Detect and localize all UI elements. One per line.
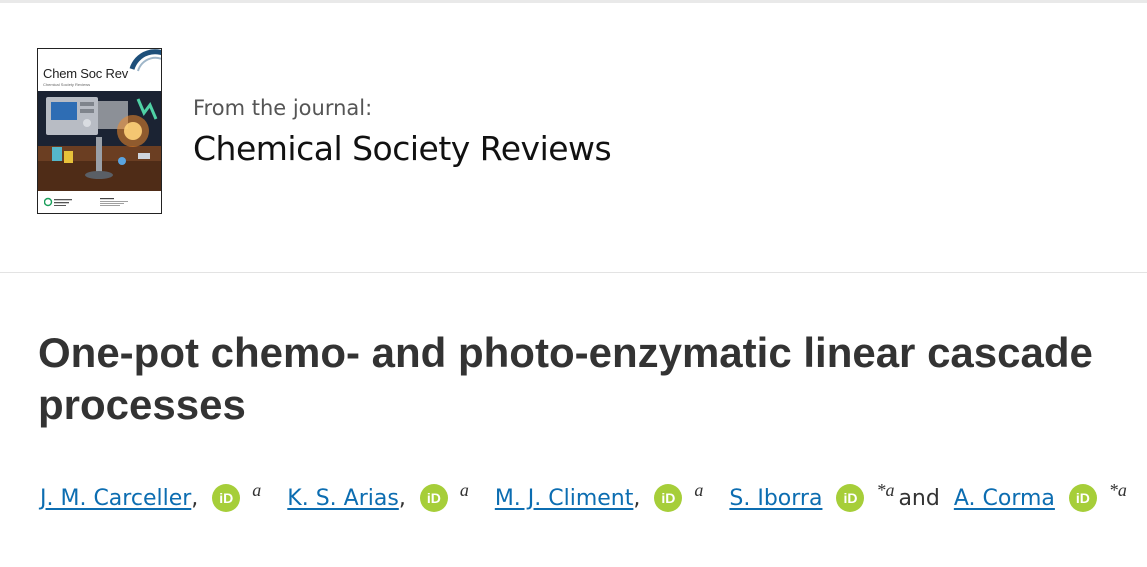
author-list: J. M. Carceller, iD a K. S. Arias, iD a … [40,480,1127,516]
author-conjunction: and [898,485,940,511]
orcid-icon[interactable]: iD [836,484,865,512]
orcid-icon[interactable]: iD [419,484,448,512]
affiliation-marker: a [694,479,704,500]
author-link-iborra[interactable]: S. Iborra [729,486,822,511]
author-separator: , [191,485,199,511]
from-journal-label: From the journal: [193,96,373,120]
journal-header: Chem Soc Rev Chemical Society Reviews Fr… [0,3,1147,273]
publisher-logo [44,197,72,207]
cover-footer-text [100,198,128,206]
cover-subtitle: Chemical Society Reviews [43,82,91,87]
author-link-carceller[interactable]: J. M. Carceller [40,486,191,511]
journal-cover-image[interactable]: Chem Soc Rev Chemical Society Reviews [37,48,162,214]
author-link-arias[interactable]: K. S. Arias [287,486,399,511]
author-link-climent[interactable]: M. J. Climent [495,486,634,511]
author-separator: , [398,485,406,511]
section-divider [0,272,1147,273]
affiliation-marker: *a [876,479,895,500]
orcid-icon[interactable]: iD [1068,484,1097,512]
journal-name-link[interactable]: Chemical Society Reviews [193,129,612,168]
article-title: One-pot chemo- and photo-enzymatic linea… [38,329,1093,428]
orcid-icon[interactable]: iD [212,484,241,512]
affiliation-marker: a [252,479,262,500]
affiliation-marker: a [459,479,469,500]
author-link-corma[interactable]: A. Corma [954,486,1055,511]
cover-arc-graphic [129,49,161,72]
affiliation-marker: *a [1108,479,1127,500]
author-separator: , [633,485,641,511]
orcid-icon[interactable]: iD [654,484,683,512]
cover-title: Chem Soc Rev [43,66,129,81]
cover-illustration [38,91,161,191]
